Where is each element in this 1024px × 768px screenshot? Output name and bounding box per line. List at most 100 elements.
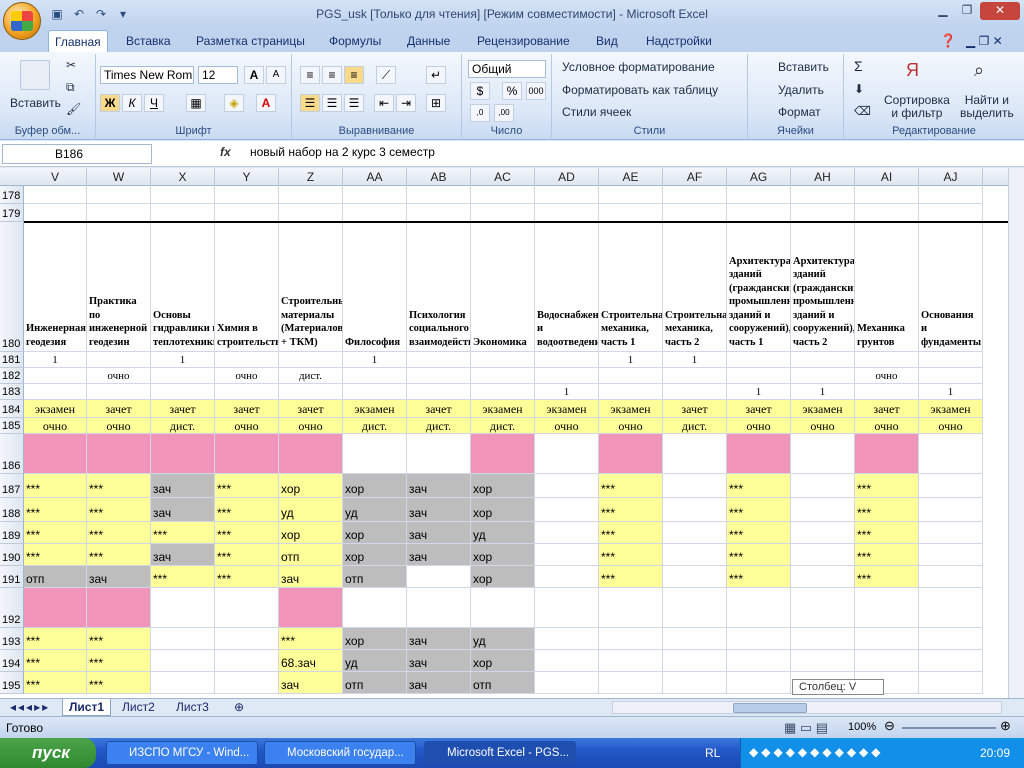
cell[interactable]: [663, 474, 727, 498]
font-size-select[interactable]: 12: [198, 66, 238, 84]
cell[interactable]: [151, 434, 215, 474]
row-header[interactable]: 179: [0, 204, 24, 222]
cell[interactable]: зач: [407, 474, 471, 498]
row-header[interactable]: 185: [0, 418, 24, 434]
minimize-button[interactable]: ▁: [932, 2, 954, 20]
cell[interactable]: 1: [599, 352, 663, 368]
cell[interactable]: [407, 186, 471, 204]
cell[interactable]: экзамен: [919, 400, 983, 418]
cell[interactable]: [87, 434, 151, 474]
cell[interactable]: [151, 368, 215, 384]
cell[interactable]: ***: [24, 628, 87, 650]
column-header[interactable]: AA: [343, 168, 407, 186]
wrap-text-icon[interactable]: ↵: [426, 66, 446, 84]
cell[interactable]: [151, 650, 215, 672]
cell[interactable]: [663, 434, 727, 474]
cell[interactable]: хор: [279, 474, 343, 498]
cell[interactable]: [727, 672, 791, 694]
cell[interactable]: [727, 368, 791, 384]
cell[interactable]: [535, 498, 599, 522]
cell[interactable]: Строительные материалы (Материаловедение…: [279, 222, 343, 352]
cell[interactable]: очно: [535, 418, 599, 434]
cell[interactable]: [215, 204, 279, 222]
cell[interactable]: зач: [407, 544, 471, 566]
language-indicator[interactable]: RL: [705, 746, 720, 760]
cell[interactable]: [471, 352, 535, 368]
cell[interactable]: уд: [471, 628, 535, 650]
cell[interactable]: [471, 204, 535, 222]
row-header[interactable]: 184: [0, 400, 24, 418]
cell[interactable]: [919, 474, 983, 498]
cell[interactable]: [471, 588, 535, 628]
cell[interactable]: хор: [471, 650, 535, 672]
cell[interactable]: [535, 628, 599, 650]
cell[interactable]: [791, 566, 855, 588]
cell[interactable]: ***: [727, 544, 791, 566]
cell[interactable]: ***: [24, 650, 87, 672]
cell[interactable]: [535, 672, 599, 694]
clear-icon[interactable]: ⌫: [854, 104, 871, 118]
cell[interactable]: ***: [24, 672, 87, 694]
column-header[interactable]: AB: [407, 168, 471, 186]
cell[interactable]: [535, 368, 599, 384]
tab-review[interactable]: Рецензирование: [471, 30, 576, 52]
vertical-scrollbar[interactable]: [1008, 168, 1024, 698]
cell[interactable]: [663, 566, 727, 588]
cell-styles-button[interactable]: Стили ячеек: [562, 105, 631, 119]
zoom-level[interactable]: 100%: [848, 721, 876, 733]
cell[interactable]: ***: [599, 566, 663, 588]
cell[interactable]: [855, 628, 919, 650]
office-button[interactable]: [3, 2, 41, 40]
cell[interactable]: Основы гидравлики и теплотехники: [151, 222, 215, 352]
cell[interactable]: [855, 588, 919, 628]
autosum-icon[interactable]: Σ: [854, 58, 863, 74]
cell[interactable]: [407, 588, 471, 628]
cell[interactable]: ***: [24, 498, 87, 522]
cell[interactable]: уд: [343, 498, 407, 522]
worksheet[interactable]: V W X Y Z AA AB AC AD AE AF AG AH AI AJ 178 179 180 Инжен…: [0, 168, 1024, 698]
italic-icon[interactable]: К: [122, 94, 142, 112]
cell[interactable]: [855, 384, 919, 400]
tab-home[interactable]: Главная: [48, 30, 108, 52]
cell[interactable]: [407, 566, 471, 588]
cell[interactable]: хор: [279, 522, 343, 544]
cell[interactable]: [663, 628, 727, 650]
cell[interactable]: очно: [919, 418, 983, 434]
cell[interactable]: [791, 186, 855, 204]
row-header[interactable]: 190: [0, 544, 24, 566]
cell[interactable]: [663, 588, 727, 628]
cell[interactable]: Психология социального взаимодействия: [407, 222, 471, 352]
cell[interactable]: [855, 352, 919, 368]
cell[interactable]: [87, 204, 151, 222]
cell[interactable]: зач: [151, 474, 215, 498]
cell[interactable]: [215, 650, 279, 672]
row-header[interactable]: 194: [0, 650, 24, 672]
cell[interactable]: ***: [151, 522, 215, 544]
cell[interactable]: ***: [24, 474, 87, 498]
cell[interactable]: [599, 204, 663, 222]
cell[interactable]: экзамен: [535, 400, 599, 418]
cell[interactable]: отп: [24, 566, 87, 588]
decrease-decimal-icon[interactable]: ,00: [494, 104, 514, 122]
sheet-tab-3[interactable]: Лист3: [170, 699, 215, 716]
cell[interactable]: [535, 650, 599, 672]
cell[interactable]: [855, 650, 919, 672]
scroll-thumb[interactable]: [733, 703, 807, 713]
cell[interactable]: [663, 204, 727, 222]
cell[interactable]: [24, 384, 87, 400]
tab-addins[interactable]: Надстройки: [640, 30, 718, 52]
cell[interactable]: Строительная механика, часть 2: [663, 222, 727, 352]
start-button[interactable]: пуск: [0, 738, 96, 768]
row-header[interactable]: 178: [0, 186, 24, 204]
cell[interactable]: очно: [215, 368, 279, 384]
cell[interactable]: [151, 588, 215, 628]
cell[interactable]: 68.зач: [279, 650, 343, 672]
cell[interactable]: [919, 186, 983, 204]
column-header[interactable]: AE: [599, 168, 663, 186]
cell[interactable]: [663, 186, 727, 204]
cell[interactable]: [791, 522, 855, 544]
row-header[interactable]: 180: [0, 222, 24, 352]
cell[interactable]: [87, 588, 151, 628]
column-header[interactable]: Y: [215, 168, 279, 186]
tab-formulas[interactable]: Формулы: [323, 30, 387, 52]
